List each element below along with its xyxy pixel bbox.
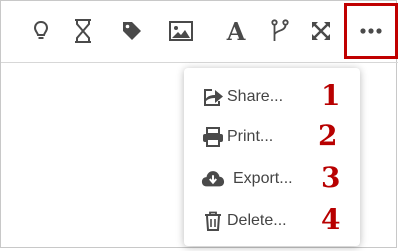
font-icon[interactable]: A: [222, 15, 250, 47]
menu-item-print[interactable]: Print... 2: [184, 116, 360, 156]
annotation-number: 2: [318, 119, 338, 152]
image-icon[interactable]: [167, 15, 195, 47]
menu-item-delete[interactable]: Delete... 4: [184, 200, 360, 240]
more-options-menu: Share... 1 Print... 2 Export... 3 Delete…: [184, 68, 360, 246]
tag-icon[interactable]: [118, 15, 146, 47]
trash-icon: [201, 210, 225, 232]
menu-item-label: Export...: [233, 170, 293, 187]
menu-item-label: Share...: [227, 88, 284, 105]
annotation-number: 1: [321, 79, 341, 112]
hourglass-icon[interactable]: [69, 15, 97, 47]
ellipsis-icon: [360, 28, 382, 34]
cloud-download-icon: [201, 168, 225, 190]
menu-item-label: Print...: [227, 128, 274, 145]
toolbar: A: [1, 1, 398, 63]
share-icon: [201, 86, 225, 108]
expand-icon[interactable]: [307, 15, 335, 47]
app-frame: A Share... 1 Print... 2 Export... 3 Dele…: [0, 0, 398, 248]
menu-item-label: Delete...: [227, 212, 287, 229]
lightbulb-icon[interactable]: [27, 15, 55, 47]
menu-item-share[interactable]: Share... 1: [184, 76, 360, 116]
print-icon: [201, 126, 225, 148]
branch-icon[interactable]: [266, 15, 294, 47]
annotation-number: 3: [321, 161, 341, 194]
more-options-button[interactable]: [344, 3, 398, 59]
menu-item-export[interactable]: Export... 3: [184, 158, 360, 198]
annotation-number: 4: [321, 203, 341, 236]
